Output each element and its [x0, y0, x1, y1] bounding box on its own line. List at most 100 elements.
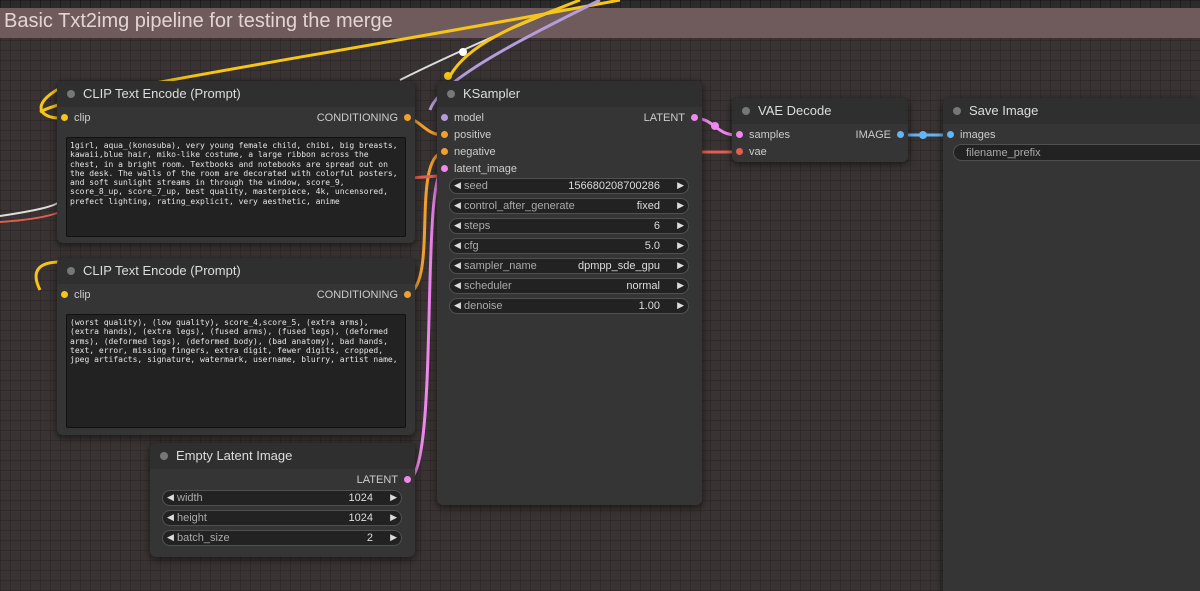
image-output-dot[interactable]	[897, 130, 904, 138]
filename-prefix-widget[interactable]: filename_prefix	[953, 144, 1200, 161]
vae-input-dot[interactable]	[736, 147, 743, 155]
decrement-arrow-icon[interactable]: ◀	[167, 492, 174, 503]
collapse-dot[interactable]	[447, 90, 455, 98]
widget-value: 2	[366, 532, 373, 544]
input-clip[interactable]: clip	[61, 289, 91, 301]
output-latent[interactable]: LATENT	[357, 474, 411, 486]
image-midpoint	[919, 131, 927, 139]
input-vae[interactable]: vae	[736, 146, 767, 158]
input-label: vae	[749, 146, 767, 158]
node-title: VAE Decode	[758, 103, 832, 118]
output-image-label: IMAGE	[855, 129, 891, 141]
latent-output-dot[interactable]	[404, 475, 411, 483]
increment-arrow-icon[interactable]: ▶	[390, 492, 397, 503]
widget-value: fixed	[636, 200, 660, 212]
output-conditioning-label: CONDITIONING	[316, 289, 398, 301]
positive-input-dot[interactable]	[441, 130, 448, 138]
scheduler-widget[interactable]: ◀ scheduler normal ▶	[449, 278, 689, 294]
clip-input-dot[interactable]	[61, 290, 68, 298]
latent-output-dot[interactable]	[691, 113, 698, 121]
node-title: CLIP Text Encode (Prompt)	[83, 263, 241, 278]
input-model[interactable]: model	[441, 112, 484, 124]
widget-value: 6	[653, 220, 660, 232]
clip-input-dot[interactable]	[61, 113, 68, 121]
decrement-arrow-icon[interactable]: ◀	[454, 280, 461, 291]
model-input-dot[interactable]	[441, 113, 448, 121]
control-after-generate-widget[interactable]: ◀ control_after_generate fixed ▶	[449, 198, 689, 214]
increment-arrow-icon[interactable]: ▶	[677, 260, 684, 271]
steps-widget[interactable]: ◀ steps 6 ▶	[449, 218, 689, 234]
increment-arrow-icon[interactable]: ▶	[677, 300, 684, 311]
widget-value: 5.0	[644, 240, 660, 252]
input-negative[interactable]: negative	[441, 146, 496, 158]
widget-label: width	[177, 492, 203, 504]
input-clip-label: clip	[74, 112, 91, 124]
decrement-arrow-icon[interactable]: ◀	[454, 220, 461, 231]
save-image-node[interactable]: Save Image images filename_prefix	[943, 98, 1200, 591]
vae-decode-node[interactable]: VAE Decode samples vae IMAGE	[732, 98, 908, 162]
widget-label: sampler_name	[464, 260, 537, 272]
input-latent-image[interactable]: latent_image	[441, 163, 517, 175]
increment-arrow-icon[interactable]: ▶	[390, 512, 397, 523]
output-conditioning[interactable]: CONDITIONING	[317, 289, 411, 301]
input-samples[interactable]: samples	[736, 129, 790, 141]
decrement-arrow-icon[interactable]: ◀	[167, 512, 174, 523]
decrement-arrow-icon[interactable]: ◀	[454, 200, 461, 211]
node-title-bar[interactable]: CLIP Text Encode (Prompt)	[57, 81, 415, 107]
output-conditioning[interactable]: CONDITIONING	[317, 112, 411, 124]
ksampler-node[interactable]: KSampler model positive negative latent_…	[437, 81, 702, 505]
widget-value: 1024	[348, 512, 373, 524]
input-images[interactable]: images	[947, 129, 995, 141]
node-title-bar[interactable]: Save Image	[943, 98, 1200, 124]
batch-size-widget[interactable]: ◀ batch_size 2 ▶	[162, 530, 402, 546]
prompt-textarea[interactable]: (worst quality), (low quality), score_4,…	[66, 314, 406, 428]
clip-text-encode-negative-node[interactable]: CLIP Text Encode (Prompt) clip CONDITION…	[57, 258, 415, 435]
node-title-bar[interactable]: Empty Latent Image	[150, 443, 415, 469]
node-title: Save Image	[969, 103, 1039, 118]
collapse-dot[interactable]	[160, 452, 168, 460]
widget-label: steps	[464, 220, 491, 232]
node-title-bar[interactable]: KSampler	[437, 81, 702, 107]
clip-text-encode-positive-node[interactable]: CLIP Text Encode (Prompt) clip CONDITION…	[57, 81, 415, 243]
widget-value: 1024	[348, 492, 373, 504]
output-latent-label: LATENT	[356, 474, 398, 486]
vae-link-left	[0, 211, 61, 223]
output-latent[interactable]: LATENT	[644, 112, 698, 124]
increment-arrow-icon[interactable]: ▶	[677, 280, 684, 291]
widget-label: seed	[464, 180, 488, 192]
seed-widget[interactable]: ◀ seed 156680208700286 ▶	[449, 178, 689, 194]
denoise-widget[interactable]: ◀ denoise 1.00 ▶	[449, 298, 689, 314]
increment-arrow-icon[interactable]: ▶	[677, 200, 684, 211]
collapse-dot[interactable]	[67, 267, 75, 275]
decrement-arrow-icon[interactable]: ◀	[454, 300, 461, 311]
empty-latent-image-node[interactable]: Empty Latent Image LATENT ◀ width 1024 ▶…	[150, 443, 415, 557]
increment-arrow-icon[interactable]: ▶	[677, 180, 684, 191]
input-clip[interactable]: clip	[61, 112, 91, 124]
samples-input-dot[interactable]	[736, 130, 743, 138]
decrement-arrow-icon[interactable]: ◀	[454, 240, 461, 251]
collapse-dot[interactable]	[67, 90, 75, 98]
height-widget[interactable]: ◀ height 1024 ▶	[162, 510, 402, 526]
prompt-textarea[interactable]: 1girl, aqua_(konosuba), very young femal…	[66, 137, 406, 237]
width-widget[interactable]: ◀ width 1024 ▶	[162, 490, 402, 506]
increment-arrow-icon[interactable]: ▶	[390, 532, 397, 543]
output-image[interactable]: IMAGE	[856, 129, 904, 141]
decrement-arrow-icon[interactable]: ◀	[167, 532, 174, 543]
negative-input-dot[interactable]	[441, 147, 448, 155]
output-conditioning-label: CONDITIONING	[316, 112, 398, 124]
increment-arrow-icon[interactable]: ▶	[677, 220, 684, 231]
node-title-bar[interactable]: VAE Decode	[732, 98, 908, 124]
collapse-dot[interactable]	[953, 107, 961, 115]
decrement-arrow-icon[interactable]: ◀	[454, 260, 461, 271]
images-input-dot[interactable]	[947, 130, 954, 138]
cfg-widget[interactable]: ◀ cfg 5.0 ▶	[449, 238, 689, 254]
conditioning-output-dot[interactable]	[404, 290, 411, 298]
input-positive[interactable]: positive	[441, 129, 491, 141]
conditioning-output-dot[interactable]	[404, 113, 411, 121]
latent-input-dot[interactable]	[441, 164, 448, 172]
decrement-arrow-icon[interactable]: ◀	[454, 180, 461, 191]
collapse-dot[interactable]	[742, 107, 750, 115]
sampler-name-widget[interactable]: ◀ sampler_name dpmpp_sde_gpu ▶	[449, 258, 689, 274]
node-title-bar[interactable]: CLIP Text Encode (Prompt)	[57, 258, 415, 284]
increment-arrow-icon[interactable]: ▶	[677, 240, 684, 251]
